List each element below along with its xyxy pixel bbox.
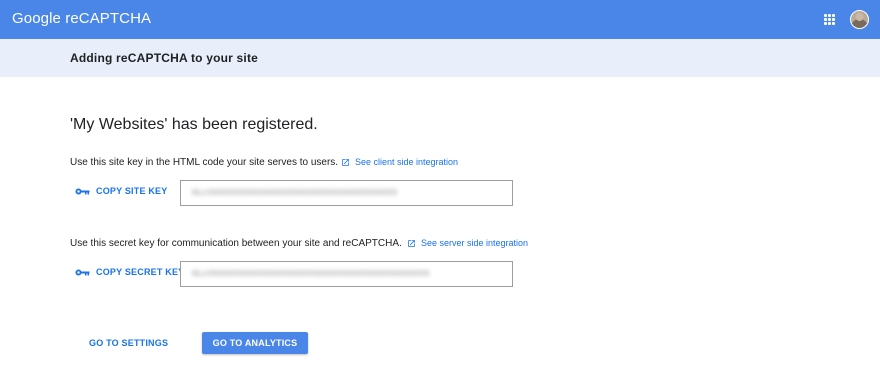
copy-site-key-label: COPY SITE KEY — [96, 186, 168, 196]
page-subheader: Adding reCAPTCHA to your site — [0, 39, 880, 77]
open-in-new-icon — [342, 158, 349, 166]
avatar[interactable] — [850, 10, 869, 29]
registration-heading: 'My Websites' has been registered. — [70, 116, 318, 133]
secret-key-description: Use this secret key for communication be… — [70, 238, 402, 249]
key-icon — [75, 188, 90, 194]
copy-site-key-button[interactable]: COPY SITE KEY — [75, 186, 167, 196]
copy-secret-key-button[interactable]: COPY SECRET KEY — [75, 267, 184, 277]
top-app-bar: Google reCAPTCHA — [0, 0, 880, 39]
server-integration-link-label: See server side integration — [421, 238, 529, 248]
copy-secret-key-label: COPY SECRET KEY — [96, 267, 185, 277]
grid-apps-icon[interactable] — [824, 14, 835, 25]
open-in-new-icon — [408, 239, 415, 247]
secret-key-field[interactable]: 6LcXXXXXXXXXXXXXXXXXXXXXXXXXXXXXXXXXXXXX… — [180, 261, 513, 287]
client-integration-link[interactable]: See client side integration — [341, 157, 458, 167]
server-integration-link[interactable]: See server side integration — [407, 238, 528, 248]
client-integration-link-label: See client side integration — [355, 157, 459, 167]
site-key-value: 6LcXXXXXXXXXXXXXXXXXXXXXXXXXXXXXXXXXXX — [192, 188, 398, 198]
site-key-description: Use this site key in the HTML code your … — [70, 157, 339, 168]
site-key-field[interactable]: 6LcXXXXXXXXXXXXXXXXXXXXXXXXXXXXXXXXXXX — [180, 180, 513, 206]
go-to-settings-button[interactable]: GO TO SETTINGS — [89, 338, 168, 348]
app-brand-title[interactable]: Google reCAPTCHA — [12, 10, 151, 27]
key-icon — [75, 269, 90, 275]
secret-key-value: 6LcXXXXXXXXXXXXXXXXXXXXXXXXXXXXXXXXXXXXX… — [192, 269, 430, 279]
page-title: Adding reCAPTCHA to your site — [70, 51, 259, 65]
go-to-analytics-button[interactable]: GO TO ANALYTICS — [202, 332, 308, 354]
